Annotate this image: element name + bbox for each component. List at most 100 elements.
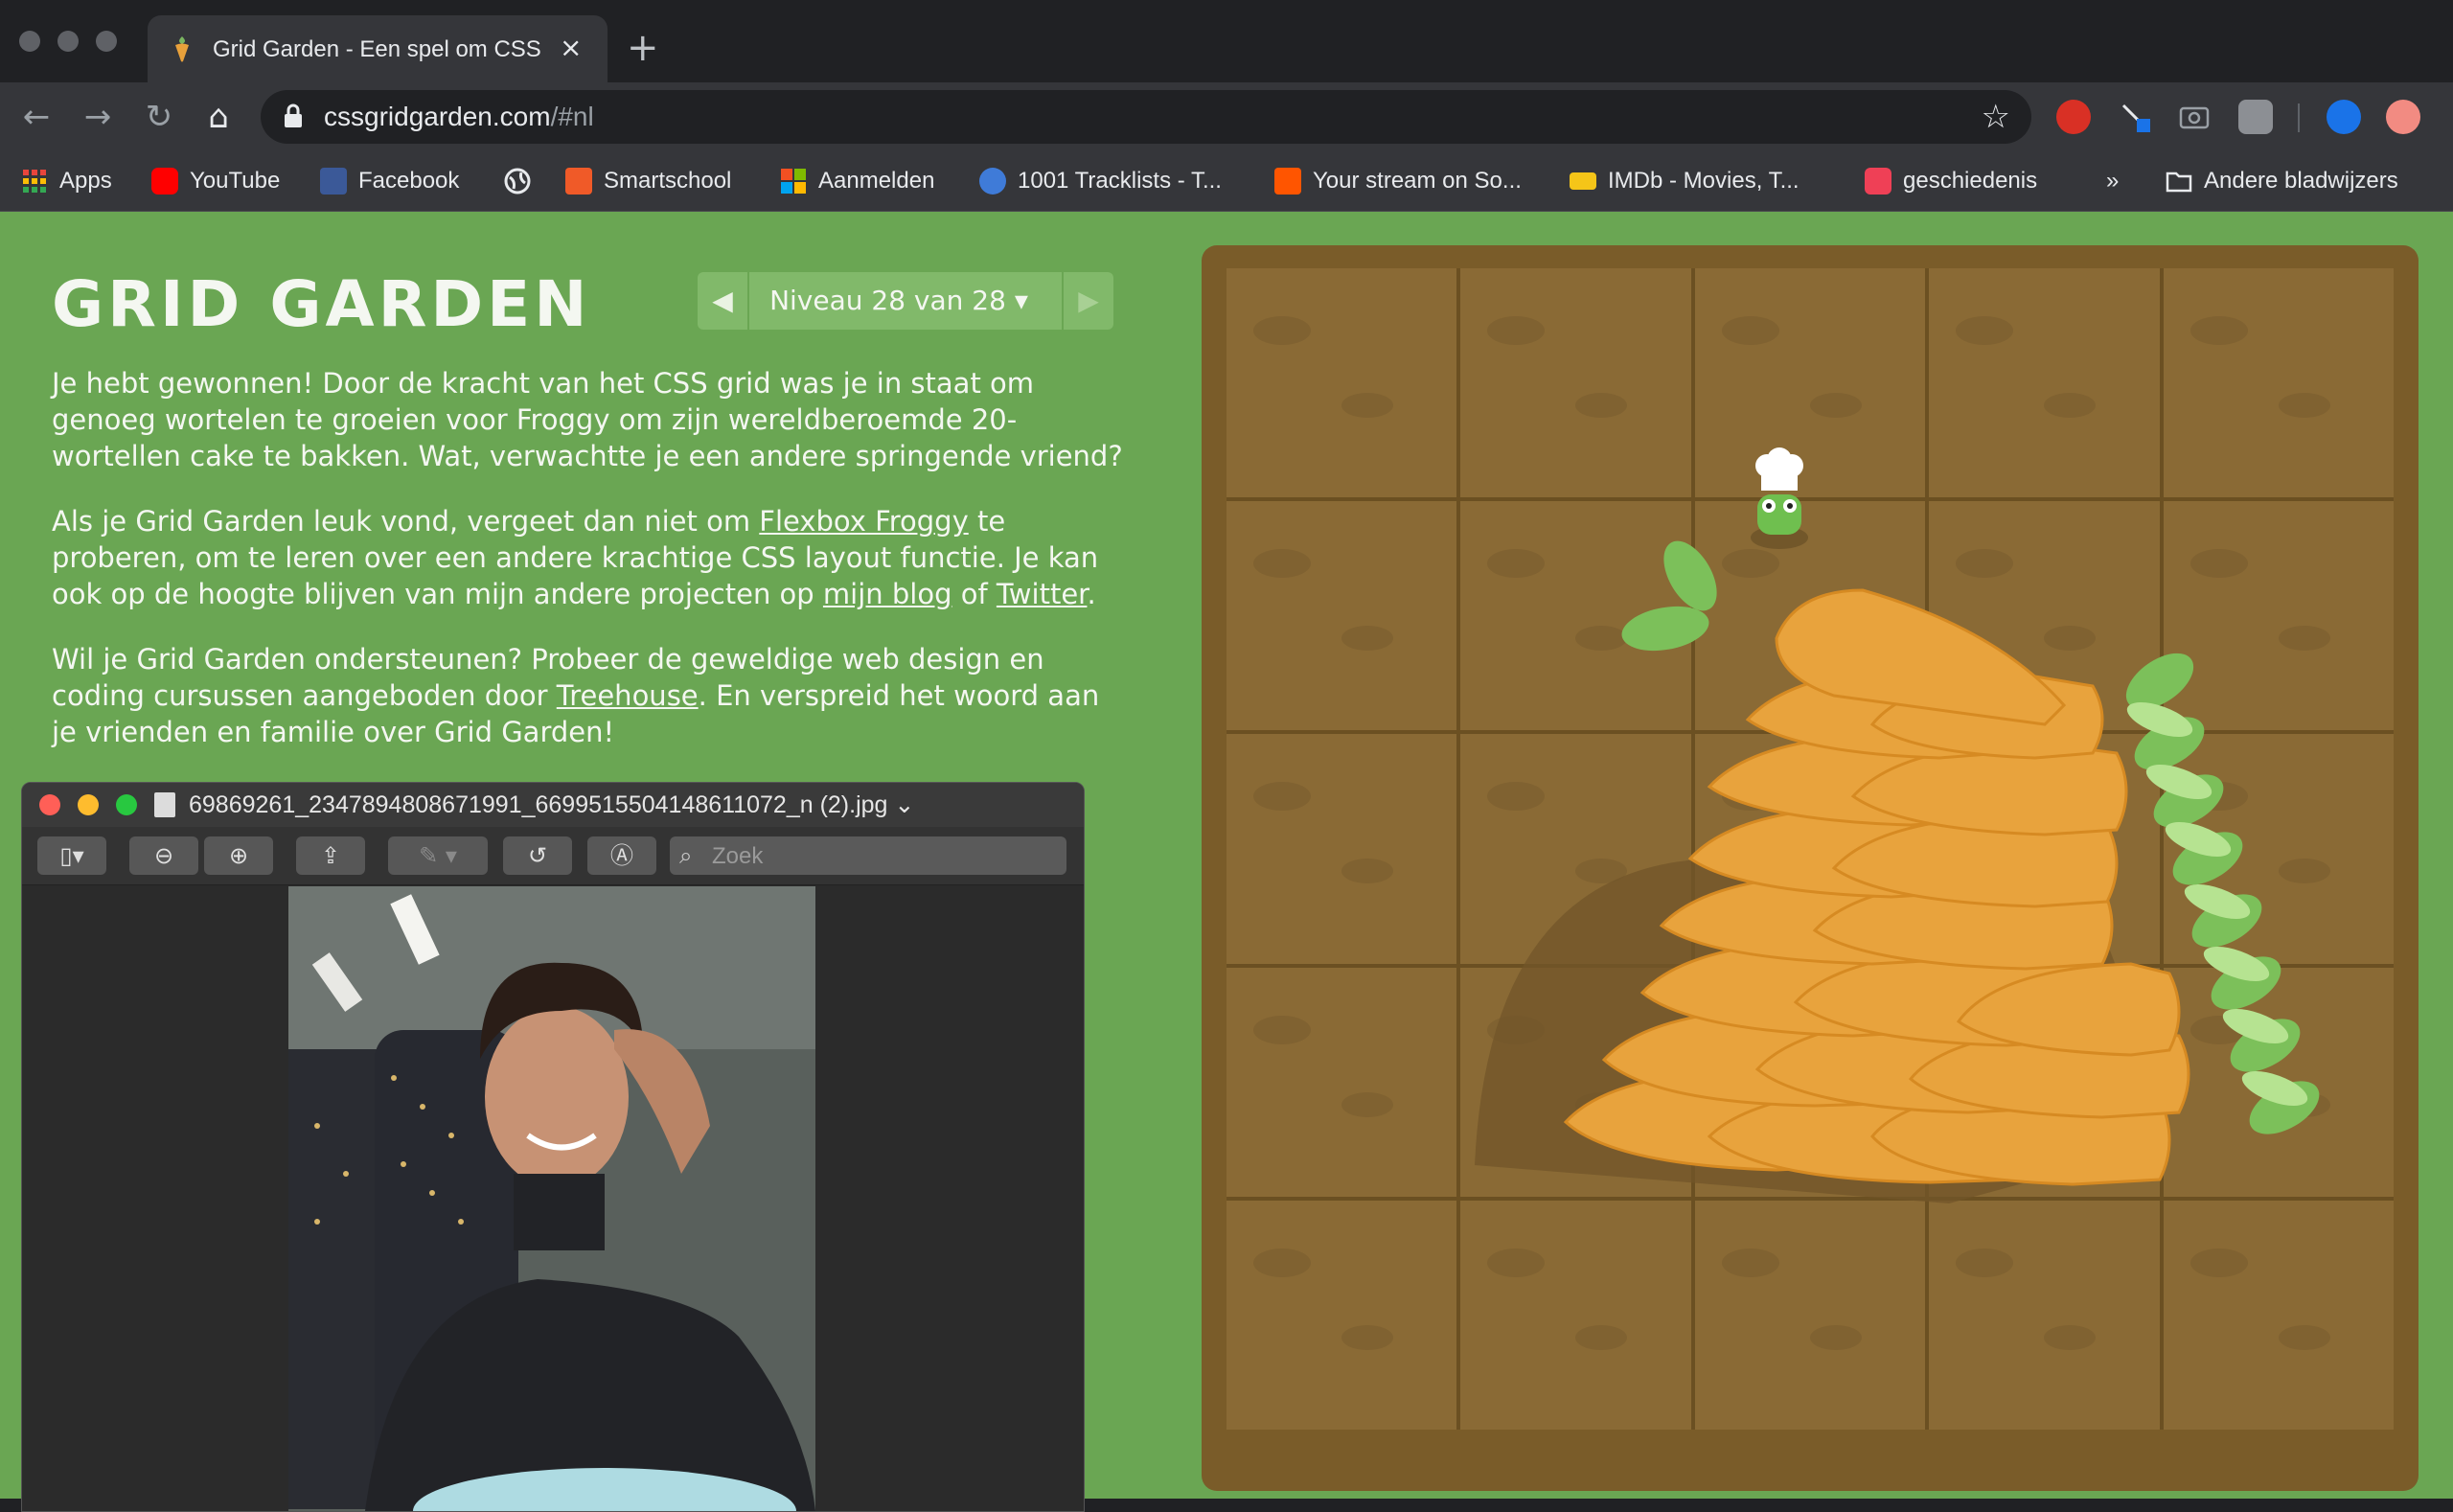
tab-close-icon[interactable]: × [560, 33, 582, 63]
level-label: Niveau 28 van 28 [769, 285, 1006, 316]
toolbar-divider [2298, 103, 2300, 132]
blog-link[interactable]: mijn blog [823, 578, 952, 610]
bookmark-label: Andere bladwijzers [2204, 168, 2398, 194]
apps-grid-icon [23, 170, 46, 193]
bookmark-imdb[interactable]: IMDb - Movies, T... [1570, 163, 1800, 199]
caret-down-icon: ▾ [1014, 285, 1028, 316]
color-picker-extension-icon[interactable] [2118, 100, 2152, 134]
bookmark-label: 1001 Tracklists - T... [1018, 168, 1222, 194]
bookmark-soundcloud[interactable]: Your stream on So... [1274, 163, 1522, 199]
markup-toolbar-button[interactable]: Ⓐ [587, 836, 656, 875]
bookmark-label: Apps [59, 168, 112, 194]
tab-grid-garden[interactable]: Grid Garden - Een spel om CSS × [148, 15, 608, 82]
bookmark-label: Facebook [358, 168, 460, 194]
bookmark-label: geschiedenis [1903, 168, 2038, 194]
preview-titlebar: 69869261_2347894808671991_66995155041486… [22, 783, 1084, 827]
garden-board [1202, 245, 2419, 1491]
bookmarks-bar: Apps YouTube Facebook Smartschool Aanmel… [0, 151, 2453, 212]
filename-text: 69869261_2347894808671991_66995155041486… [189, 791, 888, 818]
sidebar-toggle-button[interactable]: ▯▾ [37, 836, 106, 875]
bookmark-globe[interactable] [504, 163, 531, 199]
window-minimize-button[interactable] [57, 31, 79, 52]
preview-close-button[interactable] [39, 794, 60, 815]
bookmark-label: Smartschool [604, 168, 732, 194]
window-close-button[interactable] [19, 31, 40, 52]
chevron-down-icon: ⌄ [894, 791, 915, 818]
youtube-icon [151, 168, 178, 195]
bookmark-star-icon[interactable]: ☆ [1982, 98, 2010, 136]
preview-toolbar: ▯▾ ⊖ ⊕ ⇪ ✎ ▾ ↺ Ⓐ ⌕ [22, 827, 1084, 885]
bookmark-label: Aanmelden [818, 168, 935, 194]
zoom-in-button[interactable]: ⊕ [204, 836, 273, 875]
back-button[interactable]: ← [15, 96, 57, 138]
lock-icon [285, 103, 302, 127]
globe-icon [504, 168, 531, 195]
reload-button[interactable]: ↻ [138, 96, 180, 138]
forward-button[interactable]: → [77, 96, 119, 138]
chevron-double-right-icon: » [2106, 168, 2120, 194]
document-icon [154, 792, 175, 817]
promo-paragraph: Als je Grid Garden leuk vond, vergeet da… [52, 503, 1125, 612]
adblock-extension-icon[interactable] [2056, 100, 2091, 134]
chef-frog-icon [1751, 447, 1808, 549]
facebook-extension-icon[interactable] [2327, 100, 2361, 134]
rotate-button[interactable]: ↺ [503, 836, 572, 875]
screenshot-extension-icon[interactable] [2177, 100, 2212, 134]
bookmark-other-folder[interactable]: Andere bladwijzers [2166, 163, 2398, 199]
win-message: Je hebt gewonnen! Door de kracht van het… [52, 367, 1123, 472]
browser-toolbar: ← → ↻ ⌂ cssgridgarden.com/#nl ☆ [0, 82, 2453, 151]
imdb-icon [1570, 172, 1596, 190]
address-bar[interactable]: cssgridgarden.com/#nl ☆ [261, 90, 2031, 144]
preview-search[interactable]: ⌕ [670, 836, 1066, 875]
previous-level-button[interactable]: ◀ [698, 272, 747, 330]
extension-s-icon[interactable] [2238, 100, 2273, 134]
search-input[interactable] [710, 840, 1059, 873]
new-tab-button[interactable]: + [627, 29, 659, 67]
bookmark-aanmelden[interactable]: Aanmelden [780, 163, 934, 199]
bookmark-facebook[interactable]: Facebook [320, 163, 459, 199]
bookmark-label: Your stream on So... [1313, 168, 1522, 194]
share-button[interactable]: ⇪ [296, 836, 365, 875]
facebook-icon [320, 168, 347, 195]
next-level-button[interactable]: ▶ [1064, 272, 1113, 330]
preview-minimize-button[interactable] [78, 794, 99, 815]
search-icon: ⌕ [679, 842, 693, 869]
support-paragraph: Wil je Grid Garden ondersteunen? Probeer… [52, 641, 1125, 750]
bookmark-youtube[interactable]: YouTube [151, 163, 280, 199]
photo-image [288, 886, 815, 1511]
carrot-cake-illustration [1475, 447, 2320, 1203]
markup-button[interactable]: ✎ ▾ [388, 836, 488, 875]
preview-zoom-button[interactable] [116, 794, 137, 815]
preview-window: 69869261_2347894808671991_66995155041486… [21, 782, 1085, 1512]
carrot-favicon-icon [175, 36, 189, 62]
zoom-out-button[interactable]: ⊖ [129, 836, 198, 875]
text: Als je Grid Garden leuk vond, vergeet da… [52, 505, 760, 538]
url-path: /#nl [550, 102, 594, 131]
preview-filename[interactable]: 69869261_2347894808671991_66995155041486… [189, 790, 914, 819]
twitter-link[interactable]: Twitter [997, 578, 1088, 610]
url-text[interactable]: cssgridgarden.com/#nl [324, 102, 594, 132]
bookmark-1001tracklists[interactable]: 1001 Tracklists - T... [979, 163, 1222, 199]
microsoft-icon [781, 169, 806, 194]
folder-icon [2166, 172, 2192, 193]
window-zoom-button[interactable] [96, 31, 117, 52]
profile-avatar[interactable] [2386, 100, 2420, 134]
game-logo: GRID GARDEN [52, 267, 591, 341]
tab-strip: Grid Garden - Een spel om CSS × + [0, 0, 2453, 82]
treehouse-link[interactable]: Treehouse [557, 679, 699, 712]
pocket-icon [1865, 168, 1891, 195]
level-divider [747, 272, 749, 330]
headphones-icon [979, 168, 1006, 195]
level-dropdown[interactable]: Niveau 28 van 28 ▾ [755, 272, 1043, 330]
bookmarks-overflow-button[interactable]: » [2106, 163, 2119, 199]
flexbox-froggy-link[interactable]: Flexbox Froggy [759, 505, 968, 538]
url-host: cssgridgarden.com [324, 102, 551, 131]
soundcloud-icon [1274, 168, 1301, 195]
home-button[interactable]: ⌂ [197, 96, 240, 138]
bookmark-smartschool[interactable]: Smartschool [565, 163, 731, 199]
bookmark-geschiedenis[interactable]: geschiedenis [1865, 163, 2037, 199]
bookmark-apps[interactable]: Apps [21, 163, 112, 199]
bookmark-label: IMDb - Movies, T... [1608, 168, 1800, 194]
bookmark-label: YouTube [190, 168, 281, 194]
level-selector: ◀ Niveau 28 van 28 ▾ ▶ [698, 272, 1113, 330]
